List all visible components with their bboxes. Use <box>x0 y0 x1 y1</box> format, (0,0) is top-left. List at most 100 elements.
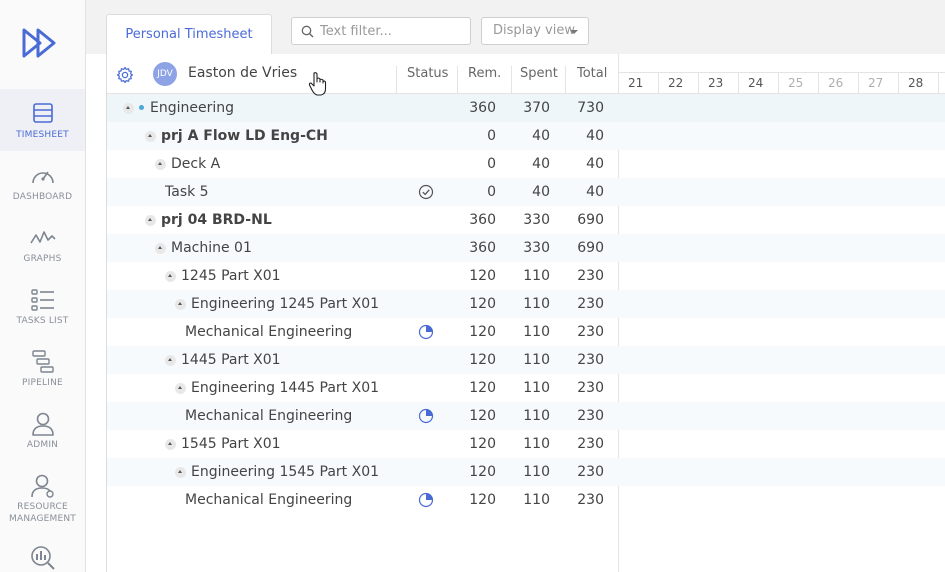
cell-spent: 110 <box>523 492 550 508</box>
row-name[interactable]: Machine 01 <box>171 240 252 256</box>
table-row[interactable]: 1245 Part X01 120 110 230 <box>107 262 945 290</box>
search-report-icon[interactable] <box>27 544 57 572</box>
column-header-spent[interactable]: Spent <box>520 66 558 81</box>
user-name[interactable]: Easton de Vries <box>188 65 297 81</box>
collapse-toggle-icon[interactable] <box>165 439 176 450</box>
sidebar-item-admin[interactable]: ADMIN <box>0 399 85 461</box>
calendar-day[interactable]: 25 <box>779 73 819 94</box>
sidebar-item-timesheet[interactable]: TIMESHEET <box>0 89 85 151</box>
tab-personal-timesheet[interactable]: Personal Timesheet <box>106 14 272 55</box>
resource-management-icon <box>30 474 54 498</box>
table-row[interactable]: 1545 Part X01 120 110 230 <box>107 430 945 458</box>
sidebar-item-tasks-list[interactable]: TASKS LIST <box>0 275 85 337</box>
table-row[interactable]: Mechanical Engineering 120 110 230 <box>107 486 945 514</box>
calendar-day[interactable]: 21 <box>619 73 659 94</box>
sidebar-item-label: TASKS LIST <box>16 316 69 326</box>
row-name[interactable]: Deck A <box>171 156 220 172</box>
collapse-toggle-icon[interactable] <box>175 467 186 478</box>
gear-icon[interactable] <box>116 66 134 84</box>
cell-total: 230 <box>577 324 604 340</box>
in-progress-pie-icon[interactable] <box>418 492 434 508</box>
column-header-rem[interactable]: Rem. <box>468 66 501 81</box>
row-name[interactable]: Engineering 1445 Part X01 <box>191 380 379 396</box>
cell-total: 40 <box>586 184 604 200</box>
cell-spent: 110 <box>523 296 550 312</box>
calendar-day[interactable]: 22 <box>659 73 699 94</box>
collapse-toggle-icon[interactable] <box>175 299 186 310</box>
row-name[interactable]: Mechanical Engineering <box>185 408 352 424</box>
column-divider <box>396 66 397 94</box>
collapse-toggle-icon[interactable] <box>145 215 156 226</box>
collapse-toggle-icon[interactable] <box>145 131 156 142</box>
cell-rem: 120 <box>469 492 496 508</box>
search-input[interactable] <box>320 21 468 41</box>
table-header: JDV Easton de Vries Status Rem. Spent To… <box>107 54 618 94</box>
cell-rem: 0 <box>487 156 496 172</box>
table-row[interactable]: Mechanical Engineering 120 110 230 <box>107 318 945 346</box>
cell-spent: 110 <box>523 268 550 284</box>
cell-rem: 120 <box>469 464 496 480</box>
text-filter[interactable] <box>291 17 471 45</box>
row-name[interactable]: Engineering 1245 Part X01 <box>191 296 379 312</box>
row-name[interactable]: 1545 Part X01 <box>181 436 281 452</box>
cell-spent: 40 <box>532 128 550 144</box>
table-row[interactable]: Engineering 1445 Part X01 120 110 230 <box>107 374 945 402</box>
sidebar-item-dashboard[interactable]: DASHBOARD <box>0 151 85 213</box>
row-name[interactable]: 1245 Part X01 <box>181 268 281 284</box>
column-header-status[interactable]: Status <box>407 66 448 81</box>
cell-total: 230 <box>577 408 604 424</box>
table-row[interactable]: Engineering 1245 Part X01 120 110 230 <box>107 290 945 318</box>
sidebar-item-label: ADMIN <box>26 440 59 450</box>
cell-spent: 370 <box>523 100 550 116</box>
chevron-down-icon <box>570 30 578 34</box>
row-name[interactable]: Engineering <box>150 100 234 116</box>
sidebar-item-pipeline[interactable]: PIPELINE <box>0 337 85 399</box>
collapse-toggle-icon[interactable] <box>165 355 176 366</box>
in-progress-pie-icon[interactable] <box>418 324 434 340</box>
row-name[interactable]: prj 04 BRD-NL <box>161 212 272 228</box>
table-row[interactable]: 1445 Part X01 120 110 230 <box>107 346 945 374</box>
in-progress-pie-icon[interactable] <box>418 408 434 424</box>
row-name[interactable]: prj A Flow LD Eng-CH <box>161 128 328 144</box>
row-name[interactable]: 1445 Part X01 <box>181 352 281 368</box>
table-row[interactable]: Engineering 1545 Part X01 120 110 230 <box>107 458 945 486</box>
calendar-day[interactable]: 24 <box>739 73 779 94</box>
collapse-toggle-icon[interactable] <box>175 383 186 394</box>
collapse-toggle-icon[interactable] <box>123 103 134 114</box>
collapse-toggle-icon[interactable] <box>155 243 166 254</box>
cell-total: 230 <box>577 464 604 480</box>
row-name[interactable]: Task 5 <box>165 184 209 200</box>
table-row[interactable]: prj 04 BRD-NL 360 330 690 <box>107 206 945 234</box>
table-row[interactable]: Machine 01 360 330 690 <box>107 234 945 262</box>
row-name[interactable]: Mechanical Engineering <box>185 324 352 340</box>
cell-total: 690 <box>577 212 604 228</box>
cell-spent: 110 <box>523 408 550 424</box>
calendar-day[interactable]: 23 <box>699 73 739 94</box>
sidebar: TIMESHEET DASHBOARD GRAPHS TASKS LIST PI… <box>0 0 86 572</box>
column-header-total[interactable]: Total <box>577 66 607 81</box>
display-view-dropdown[interactable]: Display view <box>481 17 589 45</box>
cell-rem: 120 <box>469 380 496 396</box>
cell-rem: 120 <box>469 408 496 424</box>
avatar[interactable]: JDV <box>153 62 177 86</box>
app-logo-icon[interactable] <box>22 27 62 59</box>
pipeline-icon <box>31 350 54 373</box>
sidebar-item-resource-management[interactable]: RESOURCE MANAGEMENT <box>0 461 85 531</box>
completed-check-icon[interactable] <box>418 184 434 200</box>
table-row[interactable]: prj A Flow LD Eng-CH 0 40 40 <box>107 122 945 150</box>
sidebar-item-label: TIMESHEET <box>16 130 69 140</box>
calendar-day[interactable]: 27 <box>859 73 899 94</box>
calendar-day[interactable]: 28 <box>899 73 939 94</box>
cell-spent: 330 <box>523 212 550 228</box>
row-name[interactable]: Engineering 1545 Part X01 <box>191 464 379 480</box>
table-row[interactable]: Deck A 0 40 40 <box>107 150 945 178</box>
table-row[interactable]: Engineering 360 370 730 <box>107 94 945 122</box>
table-row[interactable]: Task 5 0 40 40 <box>107 178 945 206</box>
cell-spent: 40 <box>532 184 550 200</box>
row-name[interactable]: Mechanical Engineering <box>185 492 352 508</box>
table-row[interactable]: Mechanical Engineering 120 110 230 <box>107 402 945 430</box>
collapse-toggle-icon[interactable] <box>155 159 166 170</box>
sidebar-item-graphs[interactable]: GRAPHS <box>0 213 85 275</box>
calendar-day[interactable]: 26 <box>819 73 859 94</box>
collapse-toggle-icon[interactable] <box>165 271 176 282</box>
